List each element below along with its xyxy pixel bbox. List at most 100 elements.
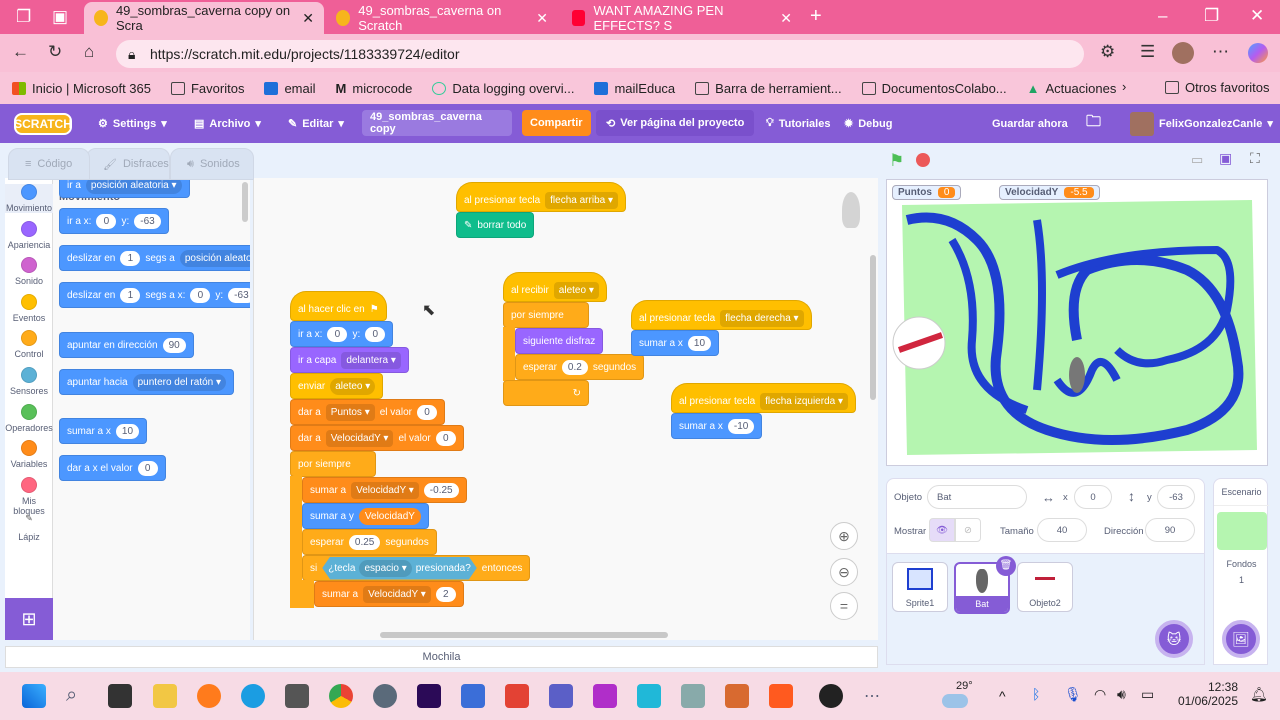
- app-icon[interactable]: [505, 684, 529, 708]
- bookmark[interactable]: Favoritos: [170, 81, 244, 96]
- bookmark[interactable]: Barra de herramient...: [695, 81, 842, 96]
- code-block[interactable]: por siempre: [503, 302, 589, 328]
- bookmark[interactable]: Mmicrocode: [336, 81, 413, 96]
- message-dropdown[interactable]: aleteo: [330, 377, 376, 395]
- refresh-icon[interactable]: ↻: [48, 42, 62, 62]
- workspace-vertical-scrollbar[interactable]: [870, 255, 876, 400]
- code-block[interactable]: sumar a x -10: [671, 413, 763, 439]
- sprite-thumbnail[interactable]: Objeto2: [1017, 562, 1073, 612]
- code-block[interactable]: ir a x: 0 y: 0: [290, 321, 394, 347]
- zoom-in-button[interactable]: ⊕: [830, 522, 858, 550]
- account-menu[interactable]: FelixGonzalezCanle ▾: [1130, 104, 1273, 143]
- project-title-input[interactable]: 49_sombras_caverna copy: [362, 110, 512, 136]
- category-apariencia[interactable]: Apariencia: [5, 220, 53, 250]
- chrome-icon[interactable]: [329, 684, 353, 708]
- code-block[interactable]: dar a Puntos el valor 0: [290, 399, 445, 425]
- scratch-logo[interactable]: SCRATCH: [14, 113, 72, 135]
- number-input[interactable]: 0: [327, 326, 348, 342]
- bookmark[interactable]: Inicio | Microsoft 365: [12, 81, 151, 96]
- x-input[interactable]: 0: [1074, 485, 1112, 509]
- tab-sounds[interactable]: 🔊︎ Sonidos: [170, 148, 254, 180]
- category-variables[interactable]: Variables: [5, 440, 53, 469]
- chevron-right-icon[interactable]: ›: [1122, 79, 1126, 94]
- number-input[interactable]: 0.25: [348, 534, 381, 550]
- number-input[interactable]: 0: [365, 326, 386, 342]
- app-icon[interactable]: [681, 684, 705, 708]
- code-block[interactable]: sumar a VelocidadY-0.25: [302, 477, 467, 503]
- code-block[interactable]: ir a capa delantera: [290, 347, 409, 373]
- close-tab-icon[interactable]: ✕: [302, 10, 314, 27]
- browser-tab[interactable]: 49_sombras_caverna on Scratch ✕: [326, 2, 558, 34]
- category-mis-bloques[interactable]: Mis bloques: [5, 476, 53, 516]
- code-workspace[interactable]: ⬉ al presionar tecla flecha arriba ✎ borrar…: [253, 178, 878, 640]
- app-icon[interactable]: [285, 684, 309, 708]
- bookmark[interactable]: mailEduca: [594, 81, 675, 96]
- new-tab-icon[interactable]: +: [810, 5, 822, 28]
- dropdown[interactable]: flecha derecha: [720, 309, 804, 327]
- app-icon[interactable]: [819, 684, 843, 708]
- palette-block[interactable]: apuntar hacia puntero del ratón: [59, 369, 235, 395]
- file-menu[interactable]: ▤ Archivo ▾: [194, 104, 261, 143]
- save-now-button[interactable]: Guardar ahora: [992, 104, 1068, 143]
- bookmark[interactable]: email: [264, 81, 316, 96]
- show-visible-button[interactable]: 👁︎: [929, 518, 955, 542]
- code-block[interactable]: sumar a VelocidadY2: [314, 581, 464, 607]
- category-control[interactable]: Control: [5, 330, 53, 359]
- volume-icon[interactable]: 🔊︎: [1117, 686, 1126, 703]
- bookmark[interactable]: DocumentosColabo...: [861, 81, 1007, 96]
- fullscreen-button[interactable]: ⛶: [1250, 150, 1260, 167]
- dropdown[interactable]: VelocidadY: [363, 585, 431, 603]
- edit-menu[interactable]: ✎ Editar ▾: [288, 104, 344, 143]
- code-block[interactable]: esperar 0.25 segundos: [302, 529, 437, 555]
- app-icon[interactable]: [461, 684, 485, 708]
- bookmark[interactable]: Data logging overvi...: [432, 81, 574, 96]
- add-extension-button[interactable]: ⊞: [5, 598, 53, 640]
- code-block[interactable]: sumar a x 10: [631, 330, 720, 356]
- teams-icon[interactable]: [549, 684, 573, 708]
- palette-block[interactable]: ir a posición aleatoria: [59, 178, 190, 198]
- number-input[interactable]: 0: [435, 430, 456, 446]
- app-icon[interactable]: [725, 684, 749, 708]
- stage[interactable]: Puntos 0 VelocidadY -5.5: [886, 179, 1268, 466]
- hat-block[interactable]: al presionar tecla flecha arriba: [456, 182, 626, 212]
- category-sonido[interactable]: Sonido: [5, 257, 53, 286]
- show-hidden-icons[interactable]: ^: [999, 688, 1006, 704]
- dropdown[interactable]: posición aleatoria: [179, 249, 250, 267]
- more-apps-icon[interactable]: ⋯: [864, 686, 880, 706]
- sprite-thumbnail[interactable]: Sprite1: [892, 562, 948, 612]
- copilot-icon[interactable]: [1248, 43, 1268, 63]
- palette-block[interactable]: dar a x el valor 0: [59, 455, 166, 481]
- extensions-icon[interactable]: ⚙: [1100, 42, 1115, 62]
- favorites-icon[interactable]: ☰: [1140, 42, 1155, 62]
- task-view-icon[interactable]: [108, 684, 132, 708]
- file-explorer-icon[interactable]: [153, 684, 177, 708]
- battery-icon[interactable]: ▭: [1141, 686, 1154, 703]
- palette-block[interactable]: deslizar en 1 segs a posición aleatoria: [59, 245, 250, 271]
- browser-tab-active[interactable]: 49_sombras_caverna copy on Scra ✕: [84, 2, 324, 34]
- wifi-icon[interactable]: ◠: [1094, 686, 1106, 703]
- number-input[interactable]: -10: [727, 418, 755, 434]
- number-input[interactable]: 0: [417, 404, 437, 420]
- code-block[interactable]: enviar aleteo: [290, 373, 384, 399]
- hat-block[interactable]: al recibir aleteo: [503, 272, 607, 302]
- more-icon[interactable]: ⋯: [1212, 42, 1229, 62]
- number-input[interactable]: 90: [162, 337, 186, 353]
- app-icon[interactable]: [593, 684, 617, 708]
- dropdown[interactable]: puntero del ratón: [132, 373, 227, 391]
- code-block[interactable]: si ¿teclaespacio presionada? entonces: [302, 555, 531, 581]
- firefox-icon[interactable]: [197, 684, 221, 708]
- share-button[interactable]: Compartir: [522, 110, 591, 136]
- tab-actions-icon[interactable]: ▣: [52, 7, 68, 27]
- palette-block[interactable]: ir a x: 0 y: -63: [59, 208, 169, 234]
- close-window-icon[interactable]: ✕: [1250, 6, 1264, 26]
- number-input[interactable]: 1: [120, 250, 141, 266]
- minimize-icon[interactable]: –: [1158, 6, 1167, 26]
- other-favorites[interactable]: Otros favoritos: [1165, 80, 1270, 95]
- code-block[interactable]: esperar 0.2 segundos: [515, 354, 645, 380]
- number-input[interactable]: 0.2: [561, 359, 588, 375]
- dropdown[interactable]: delantera: [341, 351, 401, 369]
- restore-icon[interactable]: ❐: [1204, 6, 1219, 26]
- number-input[interactable]: 10: [115, 423, 140, 439]
- add-sprite-button[interactable]: 🐱︎: [1155, 620, 1193, 658]
- size-input[interactable]: 40: [1037, 518, 1087, 542]
